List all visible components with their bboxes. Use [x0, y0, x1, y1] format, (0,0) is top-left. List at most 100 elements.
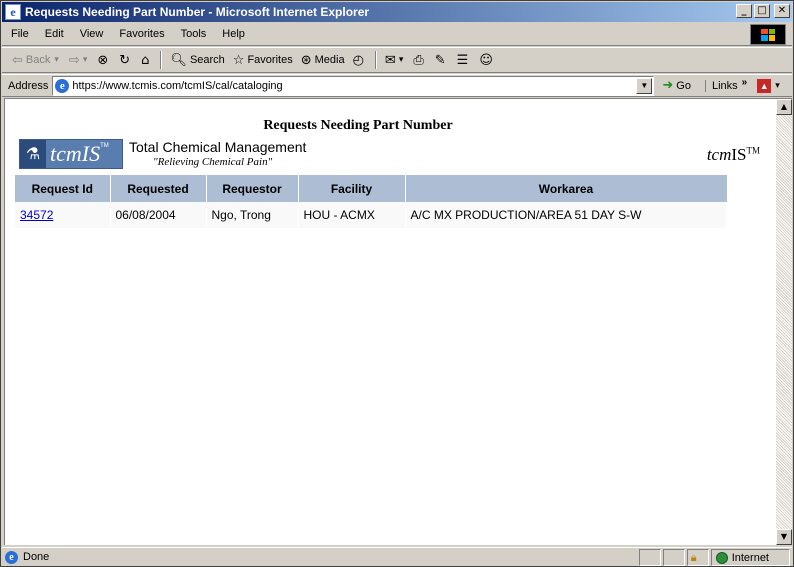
menu-bar: File Edit View Favorites Tools Help	[2, 23, 792, 46]
mail-button[interactable]: ✉ ▾	[381, 49, 409, 71]
cell-requested: 06/08/2004	[110, 202, 207, 228]
back-button[interactable]: ⇦ Back ▾	[8, 49, 65, 71]
company-block: Total Chemical Management "Relieving Che…	[129, 139, 306, 168]
scroll-up-icon[interactable]: ▲	[776, 99, 792, 115]
home-icon: ⌂	[141, 52, 150, 68]
company-slogan: "Relieving Chemical Pain"	[153, 156, 273, 168]
maximize-button[interactable]: □	[754, 4, 770, 18]
forward-arrow-icon: ⇨	[68, 52, 80, 68]
print-icon: ⎙	[413, 52, 424, 68]
title-bar: e Requests Needing Part Number - Microso…	[2, 2, 792, 22]
pdf-dropdown-icon[interactable]: ▾	[775, 81, 780, 91]
window-title: Requests Needing Part Number - Microsoft…	[25, 5, 370, 19]
address-dropdown-icon[interactable]: ▼	[636, 77, 653, 94]
column-header-requestor: Requestor	[206, 175, 299, 202]
brand-trademark: TM	[746, 145, 761, 156]
back-arrow-icon: ⇦	[12, 52, 23, 68]
links-toolbar[interactable]: Links »	[704, 77, 748, 92]
windows-logo-throbber	[750, 24, 786, 45]
media-button[interactable]: ⊛ Media	[297, 49, 349, 71]
table-row: 34572 06/08/2004 Ngo, Trong HOU - ACMX A…	[15, 202, 727, 228]
cell-facility: HOU - ACMX	[298, 202, 406, 228]
forward-dropdown-icon[interactable]: ▾	[83, 55, 88, 65]
stop-icon: ⊗	[97, 52, 109, 68]
security-pane[interactable]: 🔒︎	[686, 549, 709, 566]
mail-icon: ✉	[384, 52, 396, 68]
address-url[interactable]: https://www.tcmis.com/tcmIS/cal/catalogi…	[72, 80, 282, 92]
brand-prefix: tcm	[706, 145, 732, 164]
forward-button[interactable]: ⇨ ▾	[65, 49, 93, 71]
toolbar-separator	[160, 51, 163, 69]
media-icon: ⊛	[300, 52, 312, 68]
menu-edit[interactable]: Edit	[37, 28, 72, 40]
zone-pane[interactable]: Internet	[710, 549, 790, 566]
browser-window: e Requests Needing Part Number - Microso…	[0, 0, 794, 567]
cell-request-id: 34572	[15, 202, 111, 228]
brand-mark: tcmISTM	[707, 145, 760, 165]
zone-text: Internet	[731, 551, 769, 564]
go-label: Go	[676, 79, 691, 92]
windows-logo-icon	[761, 28, 775, 41]
brand-suffix: IS	[731, 145, 747, 164]
column-header-workarea: Workarea	[405, 175, 727, 202]
requests-table: Request Id Requested Requestor Facility …	[15, 175, 727, 228]
history-button[interactable]: ◴	[349, 49, 371, 71]
menu-help[interactable]: Help	[214, 28, 253, 40]
address-bar: Address e https://www.tcmis.com/tcmIS/ca…	[2, 74, 792, 97]
status-bar: e Done 🔒︎ Internet	[2, 547, 792, 566]
back-dropdown-icon[interactable]: ▾	[54, 55, 59, 65]
table-header-row: Request Id Requested Requestor Facility …	[15, 175, 727, 202]
logo-text: tcmIS	[50, 141, 101, 166]
menu-file[interactable]: File	[2, 28, 37, 40]
go-button[interactable]: ➜ Go	[662, 78, 691, 93]
internet-zone-icon	[715, 551, 728, 564]
window-controls: _ □ ✕	[736, 4, 790, 18]
refresh-button[interactable]: ↻	[115, 49, 137, 71]
mail-dropdown-icon[interactable]: ▾	[399, 55, 404, 65]
stop-button[interactable]: ⊗	[93, 49, 115, 71]
edit-icon: ✎	[434, 52, 446, 68]
menu-tools[interactable]: Tools	[173, 28, 215, 40]
refresh-icon: ↻	[119, 52, 131, 68]
status-pane-empty	[638, 549, 661, 566]
column-header-requested: Requested	[110, 175, 207, 202]
menu-favorites[interactable]: Favorites	[111, 28, 172, 40]
page-title: Requests Needing Part Number	[263, 118, 453, 133]
search-button[interactable]: 🔍︎ Search	[166, 49, 228, 71]
status-pane-empty	[662, 549, 685, 566]
menu-view[interactable]: View	[72, 28, 112, 40]
column-header-request-id: Request Id	[15, 175, 111, 202]
print-button[interactable]: ⎙	[409, 49, 430, 71]
status-panes: 🔒︎ Internet	[637, 549, 790, 566]
logo-trademark: TM	[100, 143, 109, 149]
history-icon: ◴	[352, 52, 364, 68]
links-label: Links	[711, 79, 738, 92]
pdf-icon: ▲	[757, 78, 772, 93]
messenger-button[interactable]: ☺	[475, 49, 500, 71]
pdf-toolbar-button[interactable]: ▲ ▾	[757, 78, 782, 93]
cell-workarea: A/C MX PRODUCTION/AREA 51 DAY S-W	[405, 202, 727, 228]
search-icon: 🔍︎	[170, 52, 187, 68]
vertical-scrollbar[interactable]: ▲ ▼	[776, 98, 792, 545]
media-label: Media	[314, 54, 345, 66]
standard-toolbar: ⇦ Back ▾ ⇨ ▾ ⊗ ↻ ⌂ 🔍︎ Search ☆ Favorites…	[2, 47, 792, 73]
minimize-button[interactable]: _	[736, 4, 752, 18]
chevron-icon[interactable]: »	[742, 77, 748, 88]
company-name: Total Chemical Management	[129, 139, 307, 155]
favorites-label: Favorites	[247, 54, 293, 66]
discuss-icon: ☰	[456, 52, 469, 68]
edit-button[interactable]: ✎	[431, 49, 453, 71]
discuss-button[interactable]: ☰	[453, 49, 476, 71]
go-arrow-icon: ➜	[662, 78, 674, 93]
favorites-button[interactable]: ☆ Favorites	[229, 49, 297, 71]
home-button[interactable]: ⌂	[137, 49, 156, 71]
address-label: Address	[8, 79, 49, 92]
toolbar-separator	[374, 51, 377, 69]
page-content: Requests Needing Part Number ⚗ tcmIS TM …	[4, 98, 776, 545]
scroll-down-icon[interactable]: ▼	[776, 529, 792, 545]
close-button[interactable]: ✕	[774, 4, 790, 18]
search-label: Search	[189, 54, 225, 66]
request-id-link[interactable]: 34572	[20, 208, 53, 222]
page-status-icon: e	[5, 550, 18, 564]
address-input[interactable]: e https://www.tcmis.com/tcmIS/cal/catalo…	[52, 75, 655, 96]
